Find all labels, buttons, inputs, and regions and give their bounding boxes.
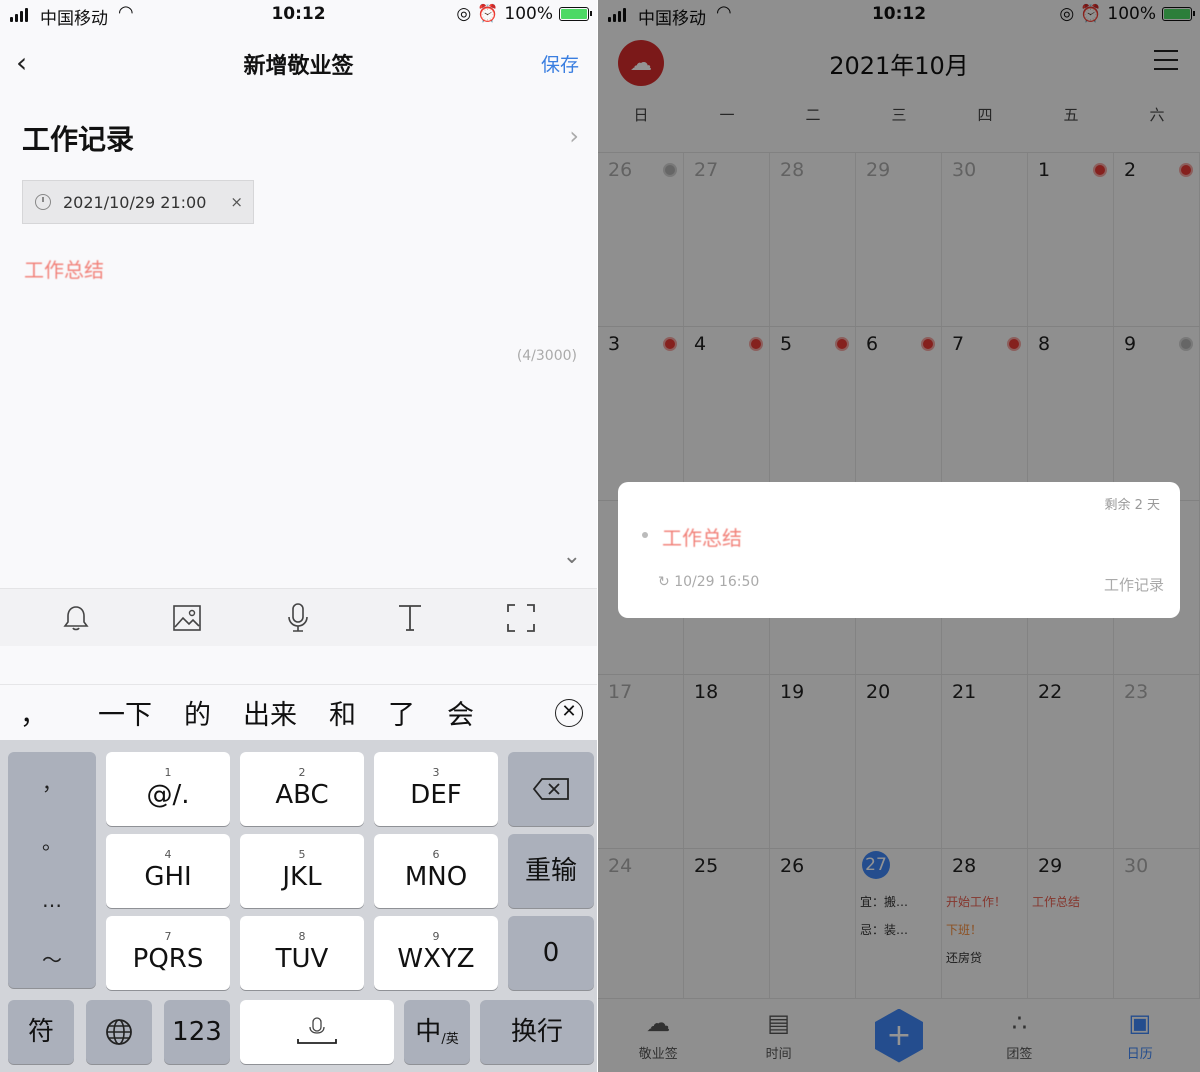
punct-key[interactable]: ， — [8, 752, 96, 811]
bullet-icon — [642, 532, 648, 538]
microphone-icon[interactable] — [283, 602, 313, 633]
candidate-word[interactable]: 会 — [431, 693, 490, 732]
numbers-key[interactable]: 123 — [164, 1000, 230, 1064]
punctuation-column[interactable]: ， 。 … ～ — [8, 752, 96, 988]
clock-icon — [35, 194, 51, 210]
editor-toolbar — [0, 588, 597, 646]
key-9[interactable]: 9 WXYZ — [374, 916, 498, 990]
key-3[interactable]: 3 DEF — [374, 752, 498, 826]
key-6[interactable]: 6 MNO — [374, 834, 498, 908]
reminder-chip[interactable]: 2021/10/29 21:00 × — [22, 180, 254, 224]
battery-percent: 100% — [504, 4, 553, 24]
key-8[interactable]: 8 TUV — [240, 916, 364, 990]
image-icon[interactable] — [172, 603, 202, 633]
event-title[interactable]: 工作总结 — [662, 522, 742, 551]
days-remaining: 剩余 2 天 — [1104, 498, 1160, 513]
keyboard: ， 。 … ～ 1 @/. 2 ABC 3 DEF 4 GHI 5 JKL 6 MNO 重输… — [0, 740, 597, 1072]
space-key[interactable] — [240, 1000, 394, 1064]
symbols-key[interactable]: 符 — [8, 1000, 74, 1064]
rotation-lock-icon: ◎ — [456, 4, 472, 24]
candidate-word[interactable]: 了 — [372, 693, 431, 732]
globe-icon — [106, 1019, 132, 1045]
calendar-screen: 中国移动 ◠ 10:12 ◎ ⏰ 100% ☁ 2021年10月 日 一 二 三… — [598, 0, 1200, 1072]
backspace-icon — [532, 778, 569, 800]
microphone-icon — [297, 1017, 337, 1044]
language-key[interactable]: 中/英 — [404, 1000, 470, 1064]
key-5[interactable]: 5 JKL — [240, 834, 364, 908]
key-2[interactable]: 2 ABC — [240, 752, 364, 826]
retype-key[interactable]: 重输 — [508, 834, 594, 908]
newline-key[interactable]: 换行 — [480, 1000, 594, 1064]
candidate-word[interactable]: 一下 — [82, 693, 168, 732]
ime-candidate-bar: ， 一下 的 出来 和 了 会 ✕ — [0, 684, 597, 740]
punct-key[interactable]: … — [8, 870, 96, 929]
bell-icon[interactable] — [61, 603, 91, 633]
notebook-name: 工作记录 — [22, 123, 135, 156]
key-0[interactable]: 0 — [508, 916, 594, 990]
battery-icon — [559, 7, 592, 21]
nav-bar: ‹ 新增敬业签 保存 — [0, 36, 597, 86]
candidate-punct[interactable]: ， — [0, 693, 70, 732]
punct-key[interactable]: 。 — [8, 811, 96, 870]
text-format-icon[interactable] — [395, 603, 425, 633]
status-bar: 中国移动 ◠ 10:12 ◎ ⏰ 100% — [0, 0, 597, 32]
candidate-word[interactable]: 和 — [313, 693, 372, 732]
key-7[interactable]: 7 PQRS — [106, 916, 230, 990]
candidate-word[interactable]: 出来 — [227, 693, 313, 732]
close-candidates-icon[interactable]: ✕ — [555, 699, 583, 727]
globe-key[interactable] — [86, 1000, 152, 1064]
char-counter: (4/3000) — [516, 348, 577, 364]
save-button[interactable]: 保存 — [541, 50, 579, 77]
key-4[interactable]: 4 GHI — [106, 834, 230, 908]
fullscreen-icon[interactable] — [506, 603, 536, 633]
note-editor-screen: 中国移动 ◠ 10:12 ◎ ⏰ 100% ‹ 新增敬业签 保存 工作记录 › … — [0, 0, 597, 1072]
chevron-down-icon[interactable]: ⌄ — [563, 544, 581, 569]
notebook-selector[interactable]: 工作记录 › — [22, 118, 579, 158]
candidate-word[interactable]: 的 — [168, 693, 227, 732]
event-notebook: 工作记录 — [1103, 576, 1164, 594]
alarm-icon: ⏰ — [477, 4, 499, 24]
punct-key[interactable]: ～ — [8, 929, 96, 988]
event-popup[interactable]: 剩余 2 天 工作总结 ↻ 10/29 16:50 工作记录 — [618, 482, 1180, 618]
event-time: ↻ 10/29 16:50 — [658, 574, 760, 590]
note-body-text[interactable]: 工作总结 — [24, 254, 104, 283]
remove-reminder-button[interactable]: × — [230, 193, 243, 211]
chevron-right-icon: › — [569, 122, 579, 150]
backspace-key[interactable] — [508, 752, 594, 826]
page-title: 新增敬业签 — [243, 54, 354, 79]
reminder-datetime: 2021/10/29 21:00 — [63, 192, 207, 212]
key-1[interactable]: 1 @/. — [106, 752, 230, 826]
